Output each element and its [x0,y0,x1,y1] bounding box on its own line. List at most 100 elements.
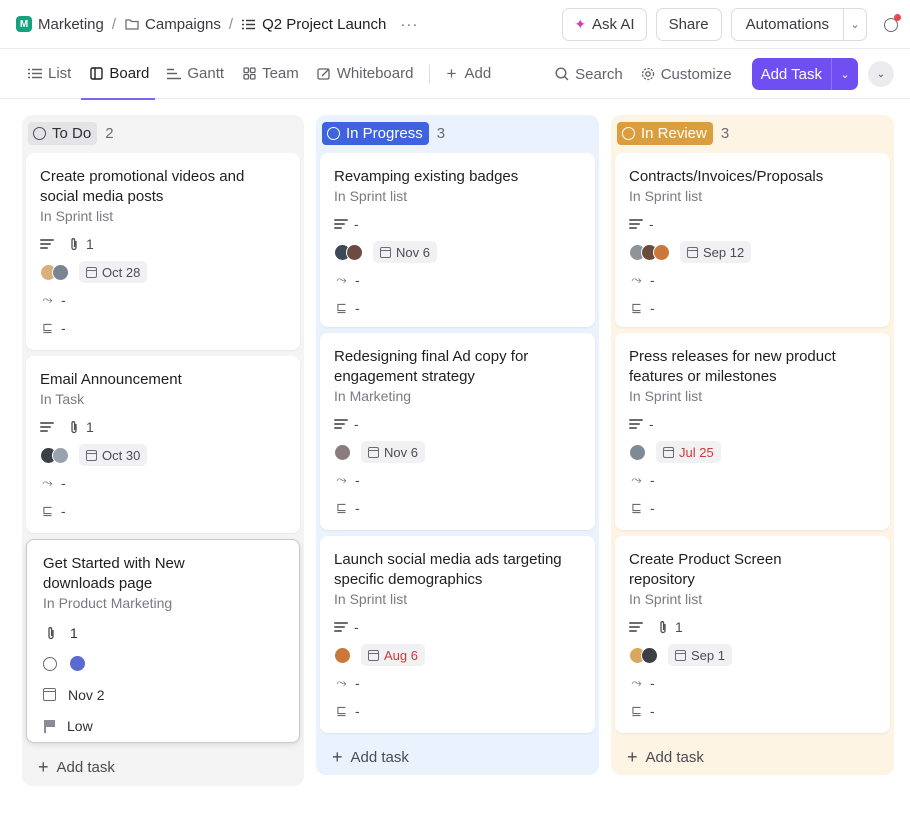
task-location: In Sprint list [629,591,703,607]
paperclip-icon [66,237,81,252]
due-date[interactable]: Sep 1 [668,644,732,666]
tab-gantt[interactable]: Gantt [167,49,224,99]
task-title[interactable]: Create promotional videos and social med… [40,167,286,207]
add-task-button[interactable]: Add Task [752,58,832,90]
tab-whiteboard[interactable]: Whiteboard [317,49,413,99]
task-card[interactable]: Contracts/Invoices/Proposals In Sprint l… [615,153,890,327]
status-label: In Review [641,124,707,142]
calendar-icon [368,446,379,458]
description-icon [40,239,54,249]
avatar [641,646,658,664]
assignees[interactable] [334,243,363,261]
avatar [653,243,670,261]
attachment-count[interactable]: 1 [66,419,94,435]
customize-button[interactable]: Customize [641,66,732,83]
task-title[interactable]: Revamping existing badges [334,167,581,187]
calendar-icon [380,246,391,258]
task-card[interactable]: Create promotional videos and social med… [26,153,300,350]
automations-button[interactable]: Automations [732,9,844,40]
assignees[interactable] [334,443,351,461]
task-title[interactable]: Email Announcement [40,370,286,390]
calendar-icon [687,246,698,258]
tab-board[interactable]: Board [81,49,156,100]
add-task-in-review[interactable]: + Add task [615,739,890,775]
task-title[interactable]: Press releases for new product features … [629,347,876,387]
due-date[interactable]: Nov 6 [373,241,437,263]
assignees[interactable] [40,263,69,281]
subtasks-icon: ⤳ [631,272,642,287]
due-date[interactable]: Nov 2 [68,687,105,703]
chevron-down-icon[interactable]: ⌄ [844,9,866,40]
task-card-selected[interactable]: Get Started with New downloads page In P… [26,539,300,743]
breadcrumb-current[interactable]: Q2 Project Launch [262,16,386,33]
more-options-icon[interactable]: ··· [400,16,418,33]
divider [429,64,431,83]
search-button[interactable]: Search [555,66,623,83]
tab-team-label: Team [262,65,299,82]
task-location: In Product Marketing [43,595,173,611]
add-task-in-progress[interactable]: + Add task [320,739,595,775]
task-card[interactable]: Email Announcement In Task 1 Oct 30 ⤳ - … [26,356,300,533]
assignees[interactable] [334,646,351,664]
breadcrumb-marketing[interactable]: Marketing [38,16,104,33]
task-title[interactable]: Get Started with New downloads page [43,554,285,594]
attachment-count[interactable]: 1 [70,625,78,641]
task-card[interactable]: Launch social media ads targeting specif… [320,536,595,733]
column-in-progress: In Progress 3 Revamping existing badges … [316,115,599,775]
priority[interactable]: Low [67,718,93,734]
tab-gantt-label: Gantt [187,65,225,82]
team-view-icon [242,67,256,81]
attachment-count[interactable]: 1 [655,619,683,635]
attachment-count[interactable]: 1 [66,236,94,252]
task-title[interactable]: Create Product Screen repository [629,550,876,590]
task-title[interactable]: Contracts/Invoices/Proposals [629,167,876,187]
time-tracking-icon: ⊑ [336,500,347,515]
task-card[interactable]: Redesigning final Ad copy for engagement… [320,333,595,530]
due-date[interactable]: Oct 30 [79,444,148,466]
chevron-down-icon[interactable]: ⌄ [832,58,858,90]
task-title[interactable]: Launch social media ads targeting specif… [334,550,581,590]
assignees[interactable] [40,446,69,464]
due-date[interactable]: Sep 12 [680,241,752,263]
due-date-overdue[interactable]: Aug 6 [361,644,425,666]
due-date-overdue[interactable]: Jul 25 [656,441,721,463]
task-title[interactable]: Redesigning final Ad copy for engagement… [334,347,581,387]
column-header: To Do 2 [26,121,300,145]
share-button[interactable]: Share [655,8,722,41]
status-pill-in-progress[interactable]: In Progress [322,121,429,145]
space-badge[interactable]: M [16,16,32,32]
subtasks-icon: ⤳ [42,475,53,490]
task-location: In Marketing [334,388,412,404]
task-card[interactable]: Revamping existing badges In Sprint list… [320,153,595,327]
task-card[interactable]: Create Product Screen repository In Spri… [615,536,890,733]
due-date[interactable]: Oct 28 [79,261,148,283]
assignees[interactable] [629,243,670,261]
description-icon [629,622,643,632]
status-label: To Do [52,124,92,142]
calendar-icon [663,446,674,458]
add-task-button-group: Add Task ⌄ [751,58,858,90]
status-todo-icon [33,126,46,140]
ask-ai-button[interactable]: ✦ Ask AI [562,8,647,41]
assignees[interactable] [629,443,646,461]
description-icon [629,219,643,229]
breadcrumb-separator: / [228,15,234,33]
due-date[interactable]: Nov 6 [361,441,425,463]
top-bar: M Marketing / Campaigns / Q2 Project Lau… [0,0,910,49]
notification-icon[interactable] [878,12,904,38]
collapse-chevron-icon[interactable]: ⌄ [868,61,894,87]
sparkle-icon: ✦ [574,16,587,32]
add-task-todo[interactable]: + Add task [26,749,300,785]
breadcrumb-campaigns[interactable]: Campaigns [145,16,221,33]
task-card[interactable]: Press releases for new product features … [615,333,890,530]
avatar[interactable] [69,655,86,672]
status-pill-todo[interactable]: To Do [28,121,98,145]
tab-team[interactable]: Team [242,49,299,99]
tab-list[interactable]: List [28,49,71,99]
tab-add-view[interactable]: + Add [444,49,492,99]
time-tracking-icon: ⊑ [336,703,347,718]
status-pill-in-review[interactable]: In Review [617,121,713,145]
plus-icon: + [627,746,638,767]
calendar-icon [86,449,97,461]
assignees[interactable] [629,646,658,664]
